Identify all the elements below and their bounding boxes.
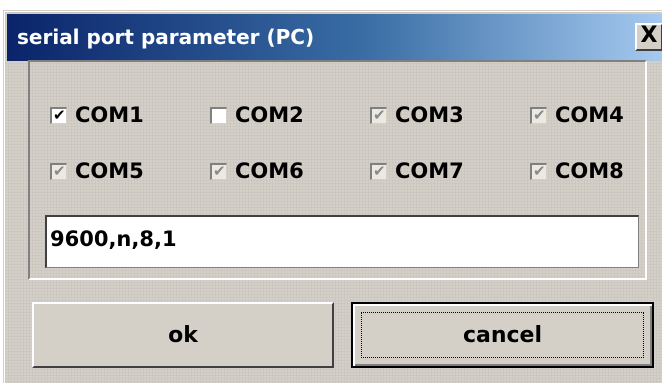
window-title: serial port parameter (PC)	[17, 25, 315, 49]
checkbox-icon: ✔	[370, 162, 387, 180]
checkbox-label: COM2	[235, 103, 304, 127]
checkbox-icon: ✔	[210, 162, 227, 180]
close-button[interactable]: X	[635, 23, 662, 51]
checkbox-com8: ✔ COM8	[530, 158, 624, 184]
port-settings-input[interactable]: 9600,n,8,1	[45, 215, 639, 268]
cancel-button[interactable]: cancel	[351, 302, 654, 368]
checkbox-icon: ✔	[50, 162, 67, 180]
close-icon: X	[640, 23, 658, 48]
checkbox-label: COM3	[395, 103, 464, 127]
title-bar[interactable]: serial port parameter (PC) X	[7, 14, 662, 61]
checkbox-label: COM8	[555, 159, 624, 183]
checkbox-com5: ✔ COM5	[50, 158, 144, 184]
checkbox-com6: ✔ COM6	[210, 158, 304, 184]
checkbox-com2[interactable]: COM2	[210, 102, 304, 128]
checkbox-com3: ✔ COM3	[370, 102, 464, 128]
checkbox-icon: ✔	[370, 106, 387, 124]
checkbox-com1[interactable]: ✔ COM1	[50, 102, 144, 128]
checkbox-icon: ✔	[50, 106, 67, 124]
checkbox-com7: ✔ COM7	[370, 158, 464, 184]
checkbox-label: COM4	[555, 103, 624, 127]
checkbox-icon: ✔	[530, 162, 547, 180]
checkbox-com4: ✔ COM4	[530, 102, 624, 128]
checkbox-label: COM5	[75, 159, 144, 183]
ok-button-label: ok	[168, 322, 198, 348]
checkbox-label: COM1	[75, 103, 144, 127]
checkbox-label: COM6	[235, 159, 304, 183]
checkbox-icon	[210, 106, 227, 124]
cancel-button-label: cancel	[462, 322, 543, 348]
ok-button[interactable]: ok	[32, 302, 334, 368]
checkbox-icon: ✔	[530, 106, 547, 124]
checkbox-label: COM7	[395, 159, 464, 183]
